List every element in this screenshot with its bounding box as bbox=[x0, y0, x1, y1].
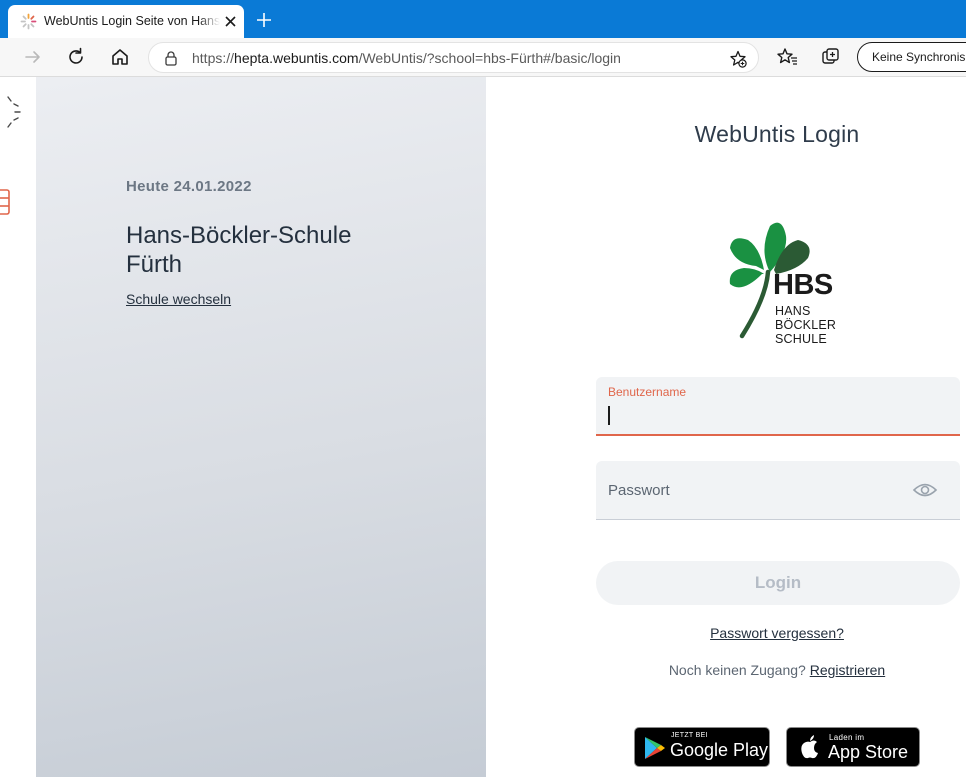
google-play-badge[interactable]: JETZT BEI Google Play bbox=[634, 727, 770, 767]
password-field[interactable]: Passwort bbox=[596, 461, 960, 520]
favorites-icon[interactable] bbox=[776, 46, 798, 68]
username-field[interactable]: Benutzername bbox=[596, 377, 960, 436]
forgot-password-link[interactable]: Passwort vergessen? bbox=[486, 625, 966, 641]
logo-hbs-text: HBS bbox=[773, 269, 833, 301]
tab-title: WebUntis Login Seite von Hans-Böckler-Sc… bbox=[44, 14, 220, 28]
new-tab-icon[interactable] bbox=[254, 10, 274, 30]
register-link[interactable]: Registrieren bbox=[810, 662, 885, 678]
loading-spinner-icon bbox=[7, 96, 21, 128]
url-text[interactable]: https://hepta.webuntis.com/WebUntis/?sch… bbox=[192, 50, 621, 66]
collections-icon[interactable] bbox=[820, 46, 842, 68]
show-password-icon[interactable] bbox=[912, 481, 938, 499]
no-access-text: Noch keinen Zugang? bbox=[668, 662, 806, 678]
close-tab-icon[interactable] bbox=[222, 13, 239, 30]
logo-line-3: SCHULE bbox=[775, 332, 827, 346]
app-store-badge[interactable]: Laden im App Store bbox=[786, 727, 920, 767]
logo-line-2: BÖCKLER bbox=[775, 318, 837, 332]
google-play-icon bbox=[645, 737, 665, 759]
timetable-widget-icon[interactable] bbox=[0, 189, 10, 215]
side-strip bbox=[0, 77, 36, 777]
current-date: Heute 24.01.2022 bbox=[126, 178, 252, 195]
browser-tab-active[interactable]: WebUntis Login Seite von Hans-Böckler-Sc… bbox=[8, 5, 244, 38]
browser-toolbar: https://hepta.webuntis.com/WebUntis/?sch… bbox=[0, 38, 966, 77]
browser-tab-bar: WebUntis Login Seite von Hans-Böckler-Sc… bbox=[0, 0, 966, 38]
lock-icon[interactable] bbox=[163, 50, 179, 66]
school-logo: HBS HANS BÖCKLER SCHULE bbox=[726, 218, 836, 346]
login-button-label: Login bbox=[754, 573, 802, 592]
apple-badge-small: Laden im bbox=[829, 733, 865, 742]
apple-badge-big: App Store bbox=[828, 742, 909, 762]
forward-icon[interactable] bbox=[22, 46, 44, 68]
login-button[interactable]: Login bbox=[596, 561, 960, 605]
logo-line-1: HANS bbox=[775, 304, 811, 318]
password-label: Passwort bbox=[608, 482, 670, 499]
google-badge-small: JETZT BEI bbox=[671, 732, 708, 739]
apple-icon bbox=[801, 735, 818, 759]
switch-school-link[interactable]: Schule wechseln bbox=[126, 291, 231, 307]
username-label: Benutzername bbox=[608, 385, 687, 399]
webuntis-favicon-icon bbox=[20, 13, 37, 30]
register-row: Noch keinen Zugang? Registrieren bbox=[486, 662, 966, 678]
home-icon[interactable] bbox=[109, 46, 131, 68]
address-bar[interactable]: https://hepta.webuntis.com/WebUntis/?sch… bbox=[148, 42, 759, 73]
school-info-panel: Heute 24.01.2022 Hans-Böckler-Schule Für… bbox=[36, 77, 486, 777]
login-panel: WebUntis Login HBS HANS BÖCKLER SCHULE B… bbox=[486, 77, 966, 777]
add-favorite-icon[interactable] bbox=[729, 50, 747, 68]
google-badge-big: Google Play bbox=[670, 740, 769, 760]
sync-label: Keine Synchronisierung bbox=[872, 50, 966, 64]
login-title: WebUntis Login bbox=[694, 121, 860, 147]
text-cursor bbox=[608, 406, 610, 425]
reload-icon[interactable] bbox=[65, 46, 87, 68]
sync-button[interactable]: Keine Synchronisierung bbox=[857, 42, 966, 72]
school-name: Hans-Böckler-Schule Fürth bbox=[126, 222, 352, 278]
